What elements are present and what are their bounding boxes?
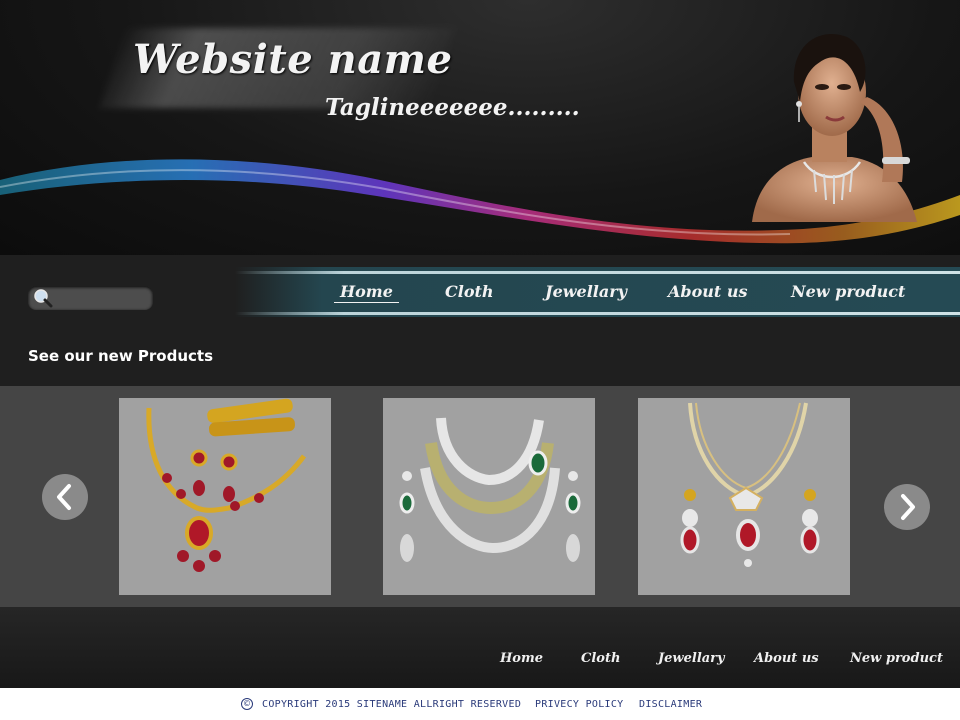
product-carousel: [0, 386, 960, 607]
disclaimer-link[interactable]: DISCLAIMER: [639, 699, 702, 710]
copyright-icon: ©: [241, 698, 253, 710]
tagline: Taglineeeeeee.........: [325, 94, 580, 121]
nav-item-new-product[interactable]: New product: [791, 282, 905, 301]
product-card-1[interactable]: [119, 398, 331, 595]
privacy-policy-link[interactable]: PRIVECY POLICY: [535, 699, 624, 710]
diamond-ruby-necklace-image: [680, 402, 820, 567]
nav-item-jewellary[interactable]: Jewellary: [545, 282, 627, 301]
diamond-emerald-choker-image: [399, 417, 581, 562]
site-header: Website name Taglineeeeeee.........: [0, 0, 960, 255]
chevron-right-icon: [901, 494, 915, 520]
footer-nav: Home Cloth Jewellary About us New produc…: [0, 607, 960, 688]
footer-link-new-product[interactable]: New product: [850, 651, 943, 666]
copyright-bar: © COPYRIGHT 2015 SITENAME ALLRIGHT RESER…: [0, 688, 960, 720]
gold-ruby-necklace-image: [146, 398, 307, 572]
search-input[interactable]: [28, 286, 153, 310]
footer-link-jewellary[interactable]: Jewellary: [658, 651, 725, 666]
nav-bottom-line: [235, 312, 960, 315]
section-title: See our new Products: [28, 347, 214, 365]
footer-link-about-us[interactable]: About us: [754, 651, 819, 666]
carousel-next-button[interactable]: [884, 484, 930, 530]
chevron-left-icon: [57, 484, 71, 510]
nav-item-about-us[interactable]: About us: [668, 282, 748, 301]
carousel-prev-button[interactable]: [42, 474, 88, 520]
model-wearing-jewellery-image: [752, 34, 917, 222]
nav-item-cloth[interactable]: Cloth: [445, 282, 494, 301]
site-name[interactable]: Website name: [133, 36, 452, 83]
product-card-3[interactable]: [638, 398, 850, 595]
nav-top-line: [235, 271, 960, 274]
footer-link-cloth[interactable]: Cloth: [581, 651, 620, 666]
product-card-2[interactable]: [383, 398, 595, 595]
nav-item-home[interactable]: Home: [334, 282, 399, 303]
copyright-text: COPYRIGHT 2015 SITENAME ALLRIGHT RESERVE…: [262, 699, 522, 710]
search-icon[interactable]: [32, 288, 54, 308]
footer-link-home[interactable]: Home: [500, 651, 543, 666]
